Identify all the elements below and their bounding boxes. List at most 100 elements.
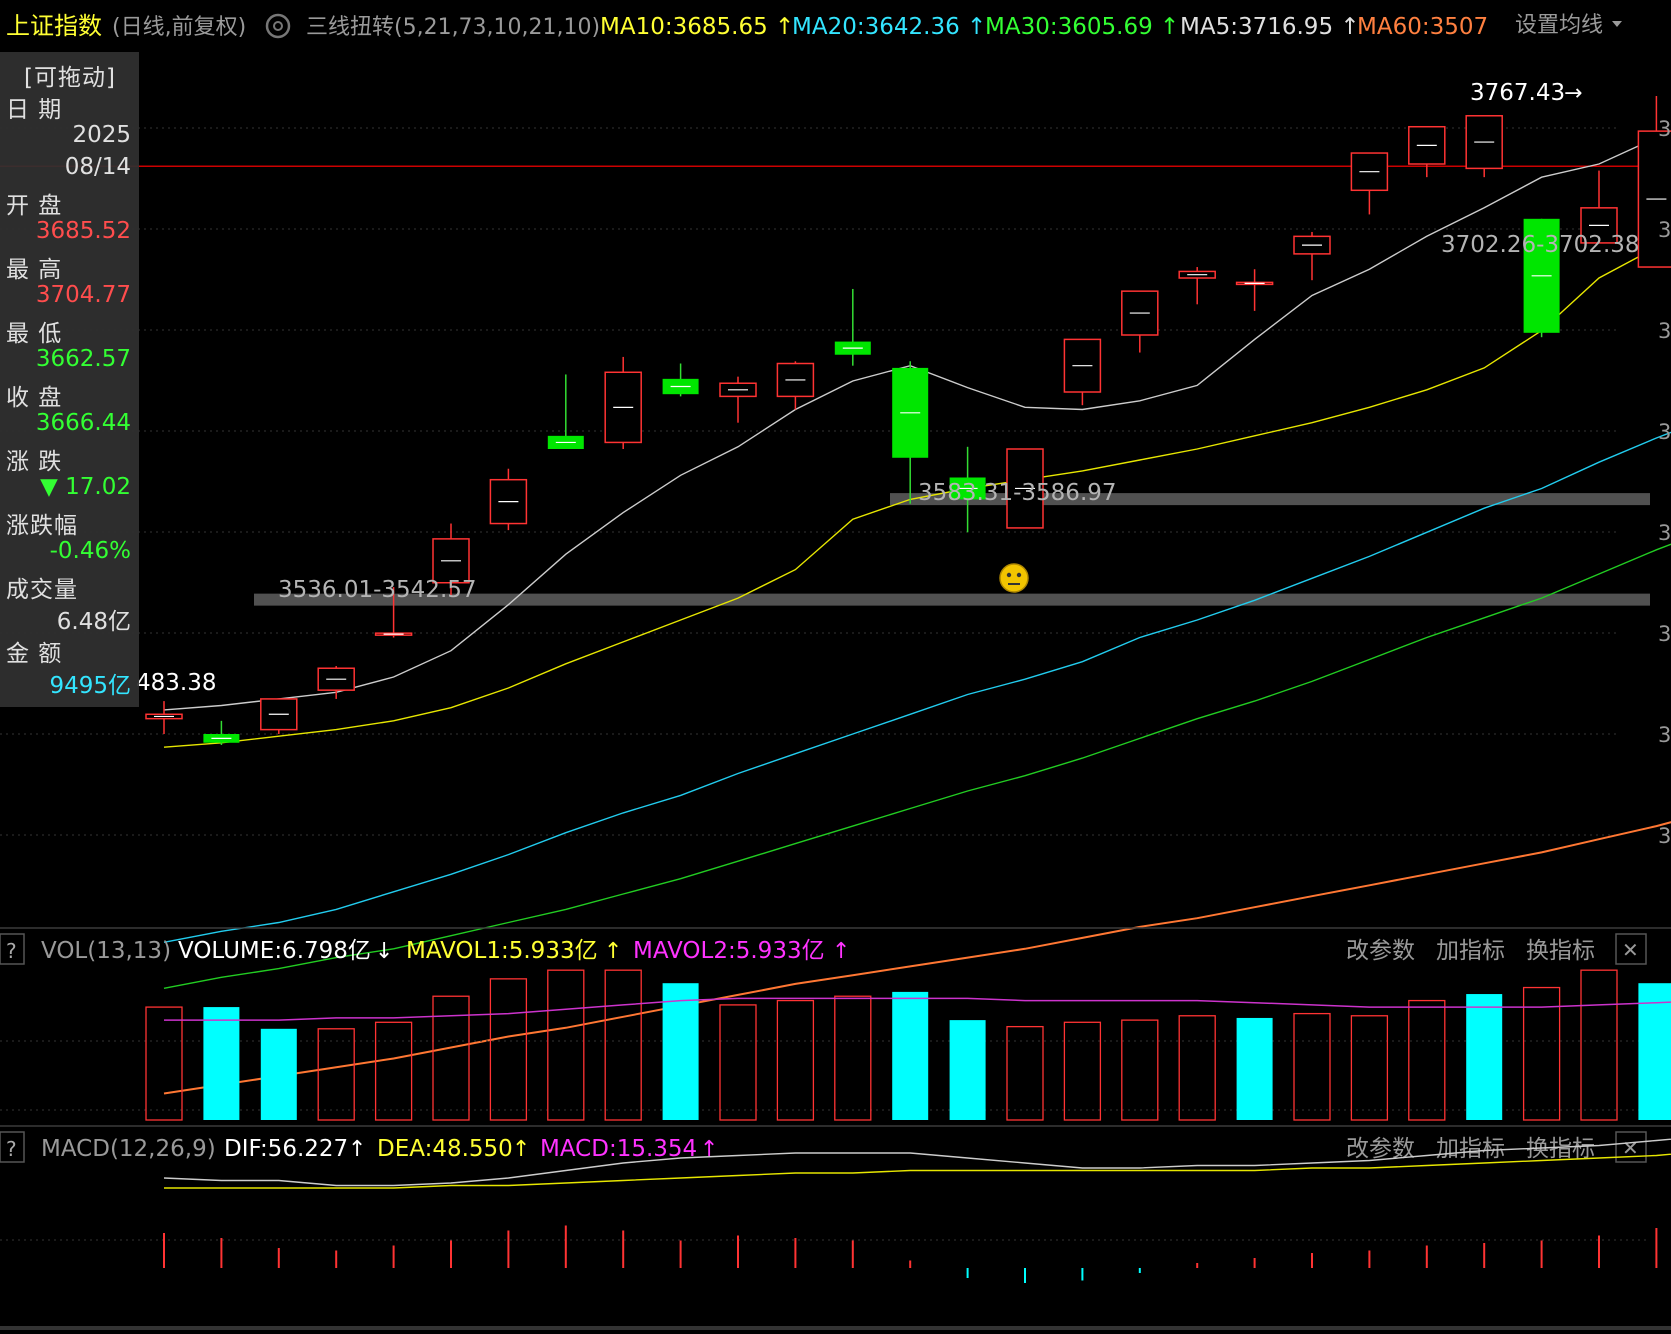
- volume-bar: [145, 1006, 183, 1121]
- high-marker-label: 3767.43: [1470, 80, 1565, 106]
- volume-bar: [949, 1020, 986, 1120]
- volume-bar: [374, 1021, 413, 1121]
- volume-bar: [1408, 999, 1446, 1121]
- stock-chart-canvas[interactable]: 上证指数 (日线,前复权) 三线扭转(5,21,73,10,21,10) MA1…: [0, 0, 1671, 1334]
- volume-bar: [1466, 994, 1503, 1120]
- indicator-name: 三线扭转(5,21,73,10,21,10): [306, 15, 600, 40]
- date-value: 08/14: [64, 154, 131, 180]
- ma-legend-item: MA20:3642.36 ↑: [792, 14, 986, 40]
- candle: [1293, 231, 1331, 281]
- y-axis-ticks: 3 3 3 3 3 3 3 3: [1658, 117, 1671, 848]
- candle: [1465, 115, 1503, 178]
- candle: [834, 288, 871, 366]
- main-grid: [0, 127, 1618, 836]
- low-label: 最 低: [6, 321, 63, 347]
- arrow-right-icon: →: [1564, 81, 1582, 106]
- open-label: 开 盘: [6, 193, 63, 219]
- volume-bar: [776, 999, 815, 1121]
- chevron-down-icon: [1612, 21, 1622, 27]
- candle: [203, 720, 240, 745]
- volume-bar: [1236, 1017, 1273, 1120]
- vol-volume-arrow: ↓: [375, 939, 393, 964]
- y-tick-label: 3: [1658, 420, 1671, 444]
- close-label: 收 盘: [6, 385, 63, 411]
- macd-dea: DEA:48.550: [377, 1136, 513, 1162]
- open-value: 3685.52: [35, 218, 131, 244]
- close-value: 3666.44: [35, 410, 131, 436]
- macd-macd-arrow: ↑: [700, 1137, 718, 1162]
- volume-label: 成交量: [6, 577, 78, 603]
- volume-bar: [260, 1028, 297, 1120]
- high-value: 3704.77: [35, 282, 131, 308]
- vol-mavol1-arrow: ↑: [604, 939, 622, 964]
- y-tick-label: 3: [1658, 824, 1671, 848]
- vol-switch-indicator-button[interactable]: 换指标: [1526, 938, 1595, 964]
- volume-value: 6.48亿: [56, 609, 131, 635]
- candlesticks: [145, 96, 1671, 745]
- ma-legend: MA10:3685.65 ↑MA20:3642.36 ↑MA30:3605.69…: [600, 14, 1488, 40]
- zone-label-3: 3536.01-3542.57: [278, 577, 477, 603]
- y-tick-label: 3: [1658, 117, 1671, 141]
- volume-bar: [317, 1028, 355, 1121]
- y-tick-label: 3: [1658, 622, 1671, 646]
- vol-mavol2: MAVOL2:5.933亿: [633, 938, 825, 964]
- volume-bar: [1580, 969, 1618, 1121]
- change-pct-label: 涨跌幅: [6, 513, 78, 539]
- macd-histogram: [163, 1225, 1658, 1283]
- volume-bars: [145, 969, 1671, 1121]
- ma-legend-item: MA60:3507: [1357, 14, 1488, 40]
- candle: [719, 376, 757, 423]
- macd-dea-arrow: ↑: [512, 1137, 530, 1162]
- candle: [145, 701, 183, 734]
- smiley-icon[interactable]: [999, 563, 1029, 593]
- low-value: 3662.57: [35, 346, 131, 372]
- period-mode: (日线,前复权): [112, 15, 246, 40]
- gear-icon[interactable]: [265, 13, 291, 39]
- macd-title: MACD(12,26,9): [41, 1136, 216, 1162]
- vol-add-indicator-button[interactable]: 加指标: [1436, 938, 1505, 964]
- vol-title: VOL(13,13): [41, 938, 171, 964]
- candle: [489, 468, 528, 531]
- vol-grid: [0, 1040, 1650, 1111]
- volume-bar: [1178, 1015, 1216, 1121]
- vol-mavol2-arrow: ↑: [832, 939, 850, 964]
- y-tick-label: 3: [1658, 218, 1671, 242]
- macd-dif: DIF:56.227: [224, 1136, 348, 1162]
- ohlc-info-panel[interactable]: [可拖动] 日 期 2025 08/14 开 盘 3685.52 最 高 370…: [0, 52, 139, 707]
- y-tick-label: 3: [1658, 521, 1671, 545]
- macd-dif-arrow: ↑: [348, 1137, 366, 1162]
- candle: [547, 374, 584, 449]
- amount-value: 9495亿: [49, 673, 131, 699]
- volume-bar: [1063, 1021, 1102, 1121]
- amount-label: 金 额: [6, 641, 63, 667]
- vol-mavol1: MAVOL1:5.933亿: [406, 938, 598, 964]
- vol-edit-params-button[interactable]: 改参数: [1346, 938, 1415, 964]
- set-ma-button[interactable]: 设置均线: [1515, 13, 1622, 38]
- candle: [260, 698, 298, 734]
- vol-panel-header: ? VOL(13,13) VOLUME:6.798亿 ↓ MAVOL1:5.93…: [0, 933, 1647, 965]
- date-label: 日 期: [6, 97, 63, 123]
- vol-volume: VOLUME:6.798亿: [178, 938, 371, 964]
- macd-add-indicator-button[interactable]: 加指标: [1436, 1136, 1505, 1162]
- candle: [662, 363, 699, 397]
- volume-bar: [489, 978, 528, 1121]
- ma-legend-item: MA10:3685.65 ↑: [600, 14, 794, 40]
- close-icon: ✕: [1622, 938, 1639, 962]
- low-marker-label: 483.38: [136, 670, 216, 696]
- candle: [1408, 125, 1446, 178]
- candle: [1235, 269, 1274, 311]
- macd-help-icon: ?: [6, 1137, 17, 1161]
- zone-label-2: 3583.31-3586.97: [918, 480, 1117, 506]
- chart-header: 上证指数 (日线,前复权) 三线扭转(5,21,73,10,21,10) MA1…: [6, 12, 1622, 40]
- volume-bar: [1350, 1015, 1389, 1121]
- year-value: 2025: [72, 122, 131, 148]
- change-value: ▼ 17.02: [40, 474, 131, 500]
- volume-bar: [1121, 1019, 1159, 1121]
- zone-label-1: 3702.26-3702.38: [1441, 232, 1640, 258]
- ma-line-ma10: [163, 239, 1671, 748]
- volume-bar: [719, 1004, 757, 1121]
- ma-legend-item: MA5:3716.95 ↑: [1180, 14, 1360, 40]
- volume-bar: [604, 969, 642, 1121]
- set-ma-label[interactable]: 设置均线: [1515, 13, 1603, 38]
- drag-hint[interactable]: [可拖动]: [24, 58, 116, 92]
